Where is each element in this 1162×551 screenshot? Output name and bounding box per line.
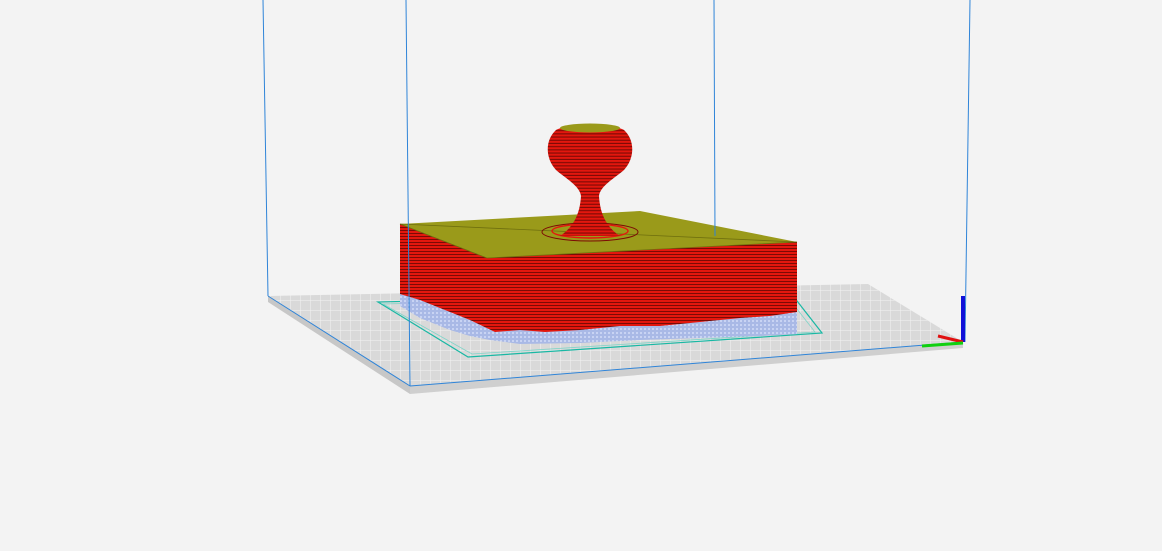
- gcode-preview-viewport[interactable]: [0, 0, 1162, 551]
- preview-canvas[interactable]: [0, 0, 1162, 551]
